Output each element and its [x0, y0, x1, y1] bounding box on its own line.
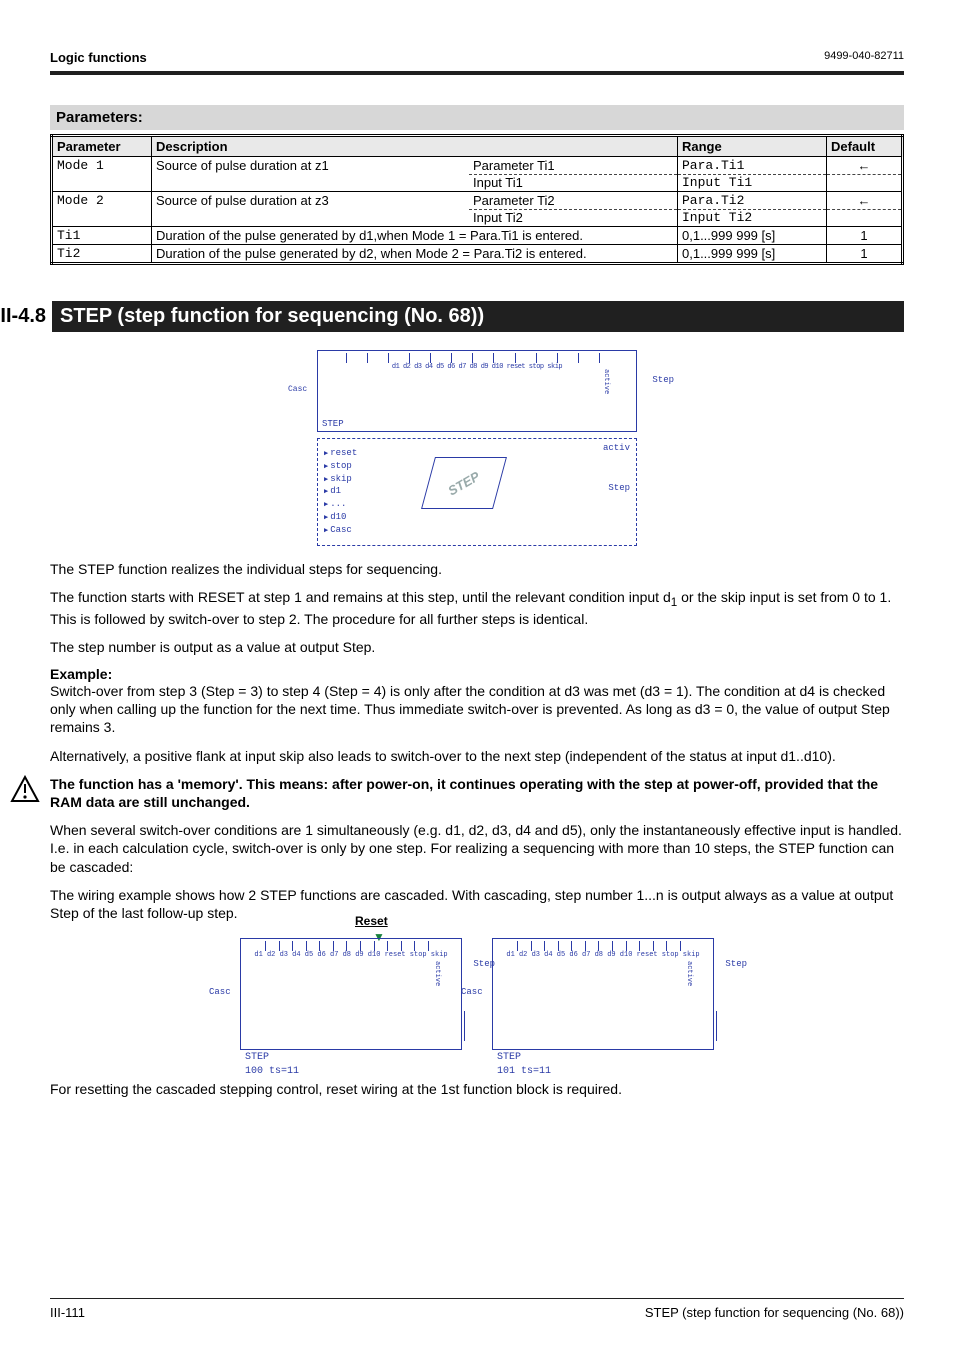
header-docnum: 9499-040-82711: [824, 50, 904, 65]
para-4: Switch-over from step 3 (Step = 3) to st…: [50, 682, 904, 737]
figure-2: Reset ▼ d1 d2 d3 d4 d5 d6 d7 d8 d9 d10 r…: [50, 938, 904, 1050]
para-7: The wiring example shows how 2 STEP func…: [50, 886, 904, 922]
cell-ti2-desc: Duration of the pulse generated by d2, w…: [152, 245, 678, 264]
th-parameter: Parameter: [52, 136, 152, 157]
cell-mode2-def: ←: [827, 192, 903, 210]
fig1-blockname: STEP: [322, 419, 344, 429]
fig2-b1-name: STEP: [245, 1052, 269, 1063]
fig2-b2-casc: Casc: [461, 987, 483, 997]
th-default: Default: [827, 136, 903, 157]
header-rule: [50, 71, 904, 75]
fig2-b1-ts: 100 ts=11: [245, 1066, 299, 1077]
fig1-toplabels: d1 d2 d3 d4 d5 d6 d7 d8 d9 d10 reset sto…: [318, 363, 636, 371]
footer-right: STEP (step function for sequencing (No. …: [645, 1305, 904, 1320]
para-2: The function starts with RESET at step 1…: [50, 588, 904, 628]
fig1-stepout: Step: [652, 375, 674, 385]
cell-ti1: Ti1: [52, 227, 152, 245]
para-8: For resetting the cascaded stepping cont…: [50, 1080, 904, 1098]
cell-mode1-opt1: Parameter Ti1: [469, 157, 678, 175]
fig2-b2-active: active: [685, 961, 693, 986]
fig2-reset-label: Reset: [355, 914, 388, 928]
fig2-b2-step: Step: [725, 959, 747, 969]
note-text: The function has a 'memory'. This means:…: [50, 775, 904, 811]
cell-ti2-range: 0,1...999 999 [s]: [678, 245, 827, 264]
page-header: Logic functions 9499-040-82711: [50, 50, 904, 65]
cell-ti2-def: 1: [827, 245, 903, 264]
para-6: When several switch-over conditions are …: [50, 821, 904, 876]
cell-mode2: Mode 2: [52, 192, 152, 227]
cell-mode1-desc: Source of pulse duration at z1: [152, 157, 470, 192]
cell-ti2: Ti2: [52, 245, 152, 264]
para-5: Alternatively, a positive flank at input…: [50, 747, 904, 765]
fig1-casc: Casc: [288, 385, 307, 394]
fig1-active-vert: active: [602, 369, 610, 394]
cell-mode2-range1: Para.Ti2: [678, 192, 827, 210]
para-1: The STEP function realizes the individua…: [50, 560, 904, 578]
th-description: Description: [152, 136, 678, 157]
figure-1: d1 d2 d3 d4 d5 d6 d7 d8 d9 d10 reset sto…: [50, 350, 904, 546]
fig2-b2-name: STEP: [497, 1052, 521, 1063]
header-left: Logic functions: [50, 50, 147, 65]
parameters-table: Parameter Description Range Default Mode…: [50, 134, 904, 265]
th-range: Range: [678, 136, 827, 157]
cell-mode1-def: ←: [827, 157, 903, 175]
cell-mode2-opt2: Input Ti2: [469, 209, 678, 227]
fig2-b1-active: active: [433, 961, 441, 986]
fig1-out-step: Step: [608, 483, 630, 493]
section-title: STEP (step function for sequencing (No. …: [52, 301, 904, 332]
section-heading: III-4.8 STEP (step function for sequenci…: [0, 301, 904, 332]
fig2-b2-labels: d1 d2 d3 d4 d5 d6 d7 d8 d9 d10 reset sto…: [493, 951, 713, 959]
cell-mode1-opt2: Input Ti1: [469, 174, 678, 192]
cell-ti1-def: 1: [827, 227, 903, 245]
footer-left: III-111: [50, 1305, 85, 1320]
fig1-step-shape: STEP: [421, 457, 507, 509]
example-heading: Example:: [50, 666, 904, 682]
section-number: III-4.8: [0, 301, 52, 332]
cell-mode2-opt1: Parameter Ti2: [469, 192, 678, 210]
cell-mode1-range2: Input Ti1: [678, 174, 827, 192]
fig2-b1-labels: d1 d2 d3 d4 d5 d6 d7 d8 d9 d10 reset sto…: [241, 951, 461, 959]
cell-ti1-range: 0,1...999 999 [s]: [678, 227, 827, 245]
para-3: The step number is output as a value at …: [50, 638, 904, 656]
cell-mode2-desc: Source of pulse duration at z3: [152, 192, 470, 227]
fig2-b1-casc: Casc: [209, 987, 231, 997]
fig2-b2-ts: 101 ts=11: [497, 1066, 551, 1077]
cell-mode2-range2: Input Ti2: [678, 209, 827, 227]
fig1-out-active: activ: [603, 443, 630, 453]
page-footer: III-111 STEP (step function for sequenci…: [50, 1298, 904, 1320]
warning-icon: [10, 775, 40, 808]
cell-ti1-desc: Duration of the pulse generated by d1,wh…: [152, 227, 678, 245]
parameters-heading: Parameters:: [50, 105, 904, 130]
memory-note: The function has a 'memory'. This means:…: [10, 775, 904, 811]
cell-mode1: Mode 1: [52, 157, 152, 192]
cell-mode1-range1: Para.Ti1: [678, 157, 827, 175]
